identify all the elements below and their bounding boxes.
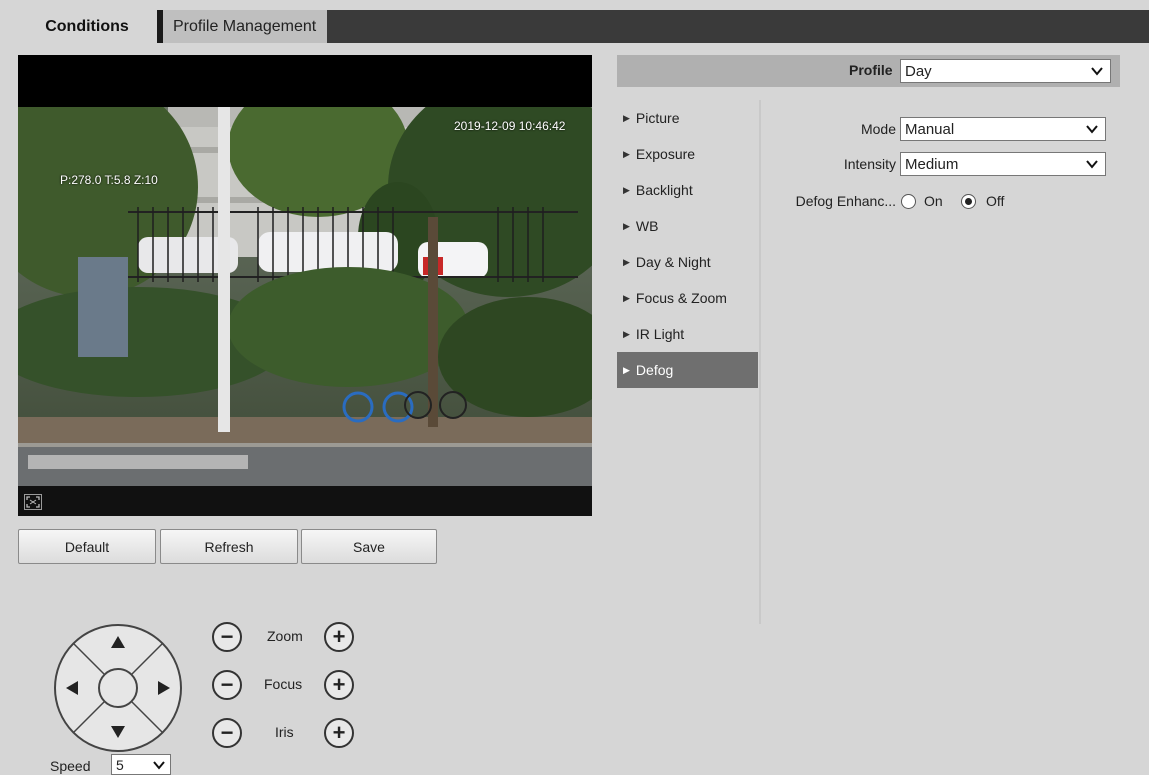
profile-select[interactable]: Day	[900, 59, 1111, 83]
mode-value: Manual	[905, 120, 955, 138]
settings-menu: ▶ Picture ▶ Exposure ▶ Backlight ▶ WB ▶ Day &…	[617, 100, 758, 388]
defog-enhance-off-radio[interactable]	[961, 194, 976, 209]
ptz-up-arrow-icon[interactable]	[108, 632, 128, 652]
focus-label: Focus	[264, 676, 303, 692]
camera-scene-image: 2019-12-09 10:46:42 P:278.0 T:5.8 Z:10	[18, 107, 592, 487]
mode-label: Mode	[860, 121, 896, 137]
zoom-out-icon[interactable]: −	[212, 622, 242, 652]
menu-item-label: Exposure	[635, 146, 696, 162]
defog-enhance-on-label[interactable]: On	[924, 193, 943, 209]
speed-select[interactable]: 5	[111, 754, 171, 775]
mode-select[interactable]: Manual	[900, 117, 1106, 141]
tab-profile-management[interactable]: Profile Management	[157, 10, 327, 43]
tab-conditions[interactable]: Conditions	[17, 10, 157, 43]
ptz-center-button[interactable]	[99, 669, 137, 707]
triangle-right-icon: ▶	[623, 256, 630, 267]
save-button[interactable]: Save	[301, 529, 437, 564]
profile-label: Profile	[849, 62, 893, 78]
scene-illustration	[18, 107, 592, 487]
osd-ptz-position: P:278.0 T:5.8 Z:10	[60, 173, 158, 187]
video-toolbar	[18, 486, 592, 516]
ptz-direction-pad	[52, 622, 184, 754]
triangle-right-icon: ▶	[623, 364, 630, 375]
menu-item-label: Picture	[635, 110, 680, 126]
zoom-in-icon[interactable]: +	[324, 622, 354, 652]
triangle-right-icon: ▶	[623, 292, 630, 303]
menu-item-picture[interactable]: ▶ Picture	[617, 100, 758, 136]
iris-label: Iris	[275, 724, 294, 740]
chevron-down-icon	[1091, 67, 1103, 76]
triangle-right-icon: ▶	[623, 328, 630, 339]
menu-item-label: WB	[635, 218, 659, 234]
triangle-right-icon: ▶	[623, 184, 630, 195]
menu-item-focus-zoom[interactable]: ▶ Focus & Zoom	[617, 280, 758, 316]
focus-plus-icon[interactable]: +	[324, 670, 354, 700]
panel-divider	[759, 100, 761, 624]
defog-enhance-off-label[interactable]: Off	[986, 193, 1004, 209]
zoom-label: Zoom	[267, 628, 303, 644]
menu-item-label: Defog	[635, 362, 674, 378]
focus-control: − Focus +	[212, 670, 372, 700]
menu-item-backlight[interactable]: ▶ Backlight	[617, 172, 758, 208]
menu-item-label: IR Light	[635, 326, 685, 342]
triangle-right-icon: ▶	[623, 148, 630, 159]
iris-plus-icon[interactable]: +	[324, 718, 354, 748]
defog-enhance-on-radio[interactable]	[901, 194, 916, 209]
default-button[interactable]: Default	[18, 529, 156, 564]
intensity-value: Medium	[905, 155, 959, 173]
menu-item-exposure[interactable]: ▶ Exposure	[617, 136, 758, 172]
chevron-down-icon	[1086, 160, 1098, 169]
menu-item-label: Day & Night	[635, 254, 711, 270]
video-preview[interactable]: 2019-12-09 10:46:42 P:278.0 T:5.8 Z:10	[18, 55, 592, 516]
ptz-left-arrow-icon[interactable]	[62, 678, 82, 698]
intensity-select[interactable]: Medium	[900, 152, 1106, 176]
menu-item-wb[interactable]: ▶ WB	[617, 208, 758, 244]
chevron-down-icon	[1086, 125, 1098, 134]
zoom-control: − Zoom +	[212, 622, 372, 652]
ptz-right-arrow-icon[interactable]	[154, 678, 174, 698]
ptz-down-arrow-icon[interactable]	[108, 722, 128, 742]
fullscreen-icon[interactable]	[24, 494, 42, 510]
profile-value: Day	[905, 62, 932, 80]
menu-item-ir-light[interactable]: ▶ IR Light	[617, 316, 758, 352]
osd-timestamp: 2019-12-09 10:46:42	[454, 119, 566, 133]
speed-label: Speed	[50, 758, 91, 774]
chevron-down-icon	[153, 761, 165, 770]
menu-item-day-night[interactable]: ▶ Day & Night	[617, 244, 758, 280]
menu-item-defog[interactable]: ▶ Defog	[617, 352, 758, 388]
menu-item-label: Backlight	[635, 182, 693, 198]
triangle-right-icon: ▶	[623, 112, 630, 123]
focus-minus-icon[interactable]: −	[212, 670, 242, 700]
defog-enhance-label: Defog Enhanc...	[795, 193, 896, 209]
iris-control: − Iris +	[212, 718, 372, 748]
iris-minus-icon[interactable]: −	[212, 718, 242, 748]
triangle-right-icon: ▶	[623, 220, 630, 231]
menu-item-label: Focus & Zoom	[635, 290, 727, 306]
intensity-label: Intensity	[843, 156, 896, 172]
speed-value: 5	[116, 756, 124, 773]
refresh-button[interactable]: Refresh	[160, 529, 298, 564]
